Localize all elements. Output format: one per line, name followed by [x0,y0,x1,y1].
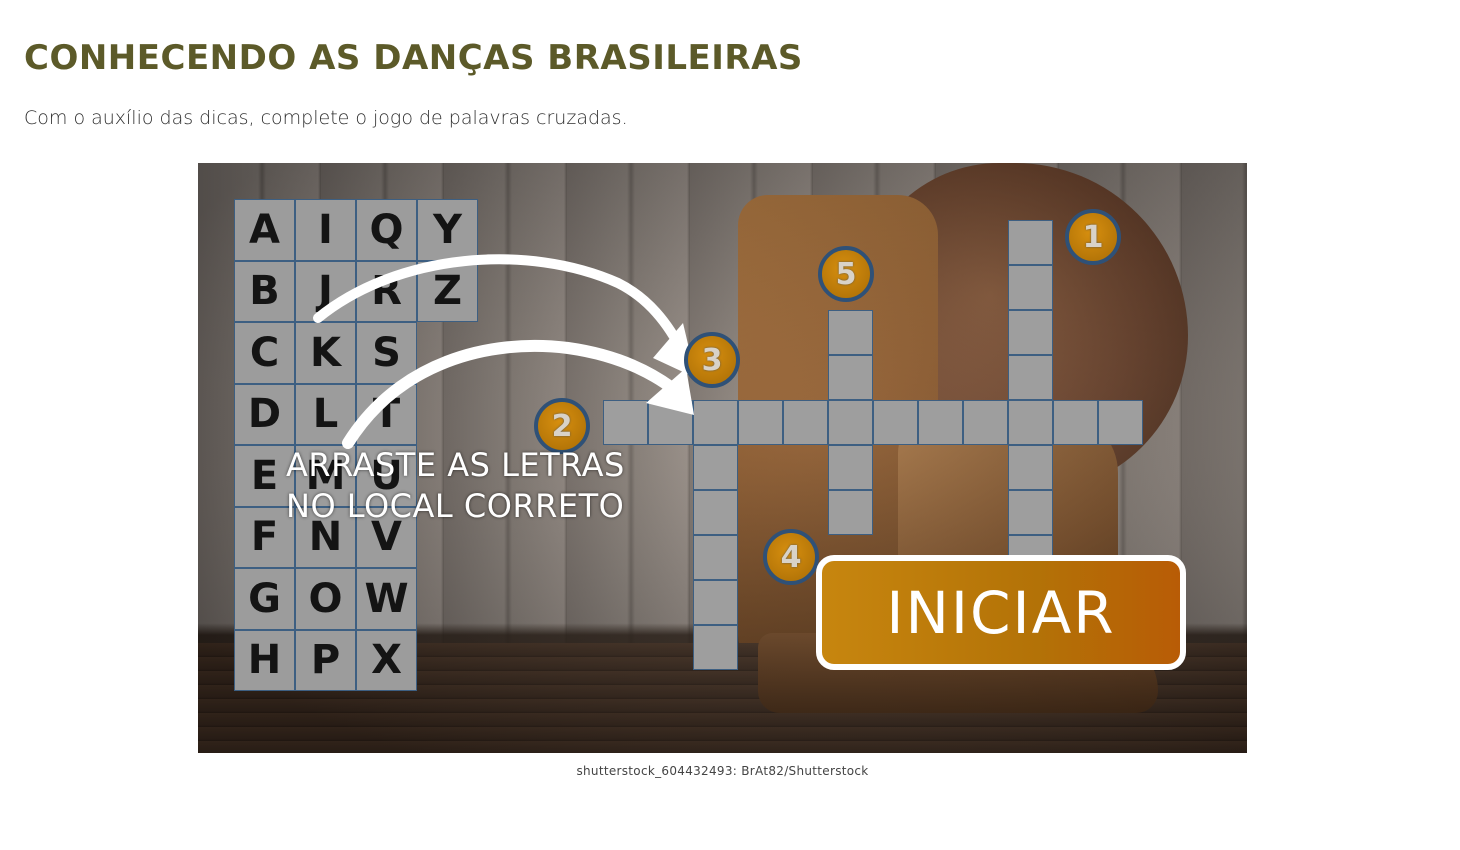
letter-tile[interactable]: Q [356,199,417,261]
clue-badge[interactable]: 4 [763,529,819,585]
crossword-game: A I Q Y B J R Z C K S D L T E M U F N V … [198,163,1247,753]
letter-tile[interactable]: L [295,383,356,445]
crossword-cell[interactable] [693,445,738,490]
letter-tile[interactable]: K [295,322,356,384]
crossword-cell[interactable] [918,400,963,445]
letter-tile[interactable]: I [295,199,356,261]
crossword-cell[interactable] [828,490,873,535]
crossword-cell[interactable] [693,625,738,670]
crossword-cell[interactable] [648,400,693,445]
letter-tile[interactable]: X [356,629,417,691]
letter-tile[interactable]: S [356,322,417,384]
crossword-cell[interactable] [828,355,873,400]
crossword-cell[interactable] [1053,400,1098,445]
crossword-cell[interactable] [1008,445,1053,490]
start-button[interactable]: INICIAR [816,555,1186,670]
clue-badge[interactable]: 1 [1065,209,1121,265]
letter-tile[interactable]: W [356,568,417,630]
crossword-cell[interactable] [963,400,1008,445]
crossword-cell[interactable] [828,445,873,490]
letter-tile[interactable]: H [234,629,295,691]
crossword-cell[interactable] [828,310,873,355]
letter-tile[interactable]: A [234,199,295,261]
image-credit: shutterstock_604432493: BrAt82/Shutterst… [576,764,869,778]
crossword-cell[interactable] [603,400,648,445]
page-title: CONHECENDO AS DANÇAS BRASILEIRAS [24,38,803,78]
letter-tile[interactable]: J [295,260,356,322]
letter-tile[interactable]: D [234,383,295,445]
crossword-cell[interactable] [1008,355,1053,400]
drag-instruction: ARRASTE AS LETRAS NO LOCAL CORRETO [286,446,625,525]
clue-badge[interactable]: 5 [818,246,874,302]
crossword-cell[interactable] [1008,265,1053,310]
letter-tile[interactable]: O [295,568,356,630]
instructions-text: Com o auxílio das dicas, complete o jogo… [24,107,628,129]
letter-tile[interactable]: G [234,568,295,630]
letter-tile[interactable]: R [356,260,417,322]
crossword-cell[interactable] [1008,220,1053,265]
crossword-cell[interactable] [738,400,783,445]
crossword-cell[interactable] [693,535,738,580]
crossword-cell[interactable] [1098,400,1143,445]
crossword-cell[interactable] [1008,400,1053,445]
crossword-cell[interactable] [693,400,738,445]
letter-tile[interactable]: C [234,322,295,384]
letter-tile[interactable]: P [295,629,356,691]
crossword-cell[interactable] [783,400,828,445]
letter-tile[interactable]: Y [417,199,478,261]
crossword-cell[interactable] [828,400,873,445]
crossword-cell[interactable] [693,490,738,535]
crossword-cell[interactable] [693,580,738,625]
clue-badge[interactable]: 3 [684,332,740,388]
letter-tile[interactable]: T [356,383,417,445]
crossword-cell[interactable] [1008,490,1053,535]
crossword-cell[interactable] [873,400,918,445]
letter-tile[interactable]: Z [417,260,478,322]
letter-tile[interactable]: B [234,260,295,322]
crossword-cell[interactable] [1008,310,1053,355]
